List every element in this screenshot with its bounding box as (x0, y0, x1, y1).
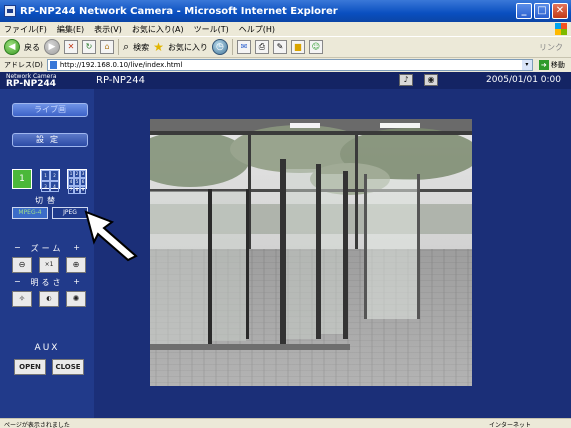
maximize-button[interactable]: □ (534, 3, 550, 19)
stop-icon[interactable]: ✕ (64, 40, 78, 54)
single-view-button[interactable]: 1 (12, 169, 32, 189)
title-bar: RP-NP244 Network Camera - Microsoft Inte… (0, 0, 571, 22)
forward-arrow-icon[interactable]: ▶ (44, 39, 60, 55)
minimize-button[interactable]: _ (516, 3, 532, 19)
brand: Network Camera RP-NP244 (6, 73, 57, 89)
status-bar: ページが表示されました インターネット (0, 418, 571, 428)
address-url: http://192.168.0.10/live/index.html (59, 61, 183, 69)
setup-button[interactable]: 設定 (12, 133, 88, 147)
zoom-label-row: − ズーム + (14, 243, 80, 253)
go-arrow-icon: ➜ (538, 60, 549, 70)
brightness-label: 明るさ (30, 278, 64, 287)
camera-image (150, 119, 472, 386)
ie-icon (4, 5, 16, 17)
menu-bar: ファイル(F) 編集(E) 表示(V) お気に入り(A) ツール(T) ヘルプ(… (0, 22, 571, 36)
windows-logo-icon (555, 23, 567, 35)
zoom-out-icon[interactable]: ⊖ (12, 257, 32, 273)
switch-label: 切替 (35, 196, 59, 205)
window-title: RP-NP244 Network Camera - Microsoft Inte… (20, 5, 338, 17)
brightness-up-icon[interactable]: ✺ (66, 291, 86, 307)
folder-icon[interactable]: ▆ (290, 40, 305, 54)
close-button[interactable]: ✕ (552, 3, 568, 19)
address-label: アドレス(D) (4, 61, 43, 69)
search-icon[interactable]: ⌕ (123, 40, 129, 54)
zoom-in-icon[interactable]: ⊕ (66, 257, 86, 273)
camera-page: Network Camera RP-NP244 RP-NP244 ♪ ◉ 200… (0, 72, 571, 418)
aux-open-button[interactable]: OPEN (14, 359, 46, 375)
zoom-reset-icon[interactable]: ×1 (39, 257, 59, 273)
links-label[interactable]: リンク (539, 42, 563, 53)
audio-icon[interactable]: ♪ (399, 74, 413, 86)
refresh-icon[interactable]: ↻ (82, 40, 96, 54)
pointer-arrow-icon (84, 210, 138, 262)
address-bar: アドレス(D) http://192.168.0.10/live/index.h… (0, 58, 571, 72)
live-view-button[interactable]: ライブ画 (12, 103, 88, 117)
aux-close-button[interactable]: CLOSE (52, 359, 84, 375)
camera-datetime: 2005/01/01 0:00 (486, 75, 561, 85)
snapshot-camera-icon[interactable]: ◉ (424, 74, 438, 86)
status-text: ページが表示されました (4, 422, 70, 428)
menu-file[interactable]: ファイル(F) (4, 24, 47, 35)
mail-icon[interactable]: ✉ (236, 40, 251, 54)
brightness-reset-icon[interactable]: ◐ (39, 291, 59, 307)
camera-header: Network Camera RP-NP244 RP-NP244 ♪ ◉ 200… (0, 72, 571, 89)
address-dropdown-icon[interactable]: ▾ (521, 60, 532, 70)
messenger-icon[interactable]: ☺ (308, 40, 323, 54)
brightness-down-icon[interactable]: ✧ (12, 291, 32, 307)
nine-view-button[interactable]: 1 2 3 4 5 6 7 8 9 (67, 169, 87, 194)
control-sidebar: ライブ画 設定 1 1 2 3 4 1 2 3 4 5 6 7 8 9 切替 M… (0, 89, 94, 418)
address-input[interactable]: http://192.168.0.10/live/index.html ▾ (46, 59, 533, 71)
quad-view-button[interactable]: 1 2 3 4 (40, 169, 60, 192)
favorites-label[interactable]: お気に入り (168, 42, 208, 53)
zone-text: インターネット (488, 422, 531, 428)
go-label: 移動 (550, 61, 565, 69)
jpeg-button[interactable]: JPEG (52, 207, 88, 219)
edit-icon[interactable]: ✎ (272, 40, 287, 54)
toolbar: ◀ 戻る ▶ ✕ ↻ ⌂ ⌕ 検索 ★ お気に入り ◷ ✉ ⎙ ✎ ▆ ☺ リン… (0, 36, 571, 58)
search-label[interactable]: 検索 (133, 42, 149, 53)
back-label[interactable]: 戻る (24, 42, 40, 53)
mpeg4-button[interactable]: MPEG-4 (12, 207, 48, 219)
menu-favorites[interactable]: お気に入り(A) (132, 24, 184, 35)
aux-label: AUX (34, 343, 60, 353)
brightness-label-row: − 明るさ + (14, 277, 80, 287)
menu-view[interactable]: 表示(V) (94, 24, 122, 35)
menu-help[interactable]: ヘルプ(H) (239, 24, 275, 35)
home-icon[interactable]: ⌂ (100, 40, 114, 54)
history-icon[interactable]: ◷ (211, 39, 228, 55)
menu-tools[interactable]: ツール(T) (194, 24, 229, 35)
print-icon[interactable]: ⎙ (254, 40, 269, 54)
camera-title: RP-NP244 (96, 75, 145, 86)
menu-edit[interactable]: 編集(E) (57, 24, 84, 35)
go-button[interactable]: ➜ 移動 (538, 60, 565, 70)
favorites-star-icon[interactable]: ★ (153, 40, 164, 54)
back-arrow-icon[interactable]: ◀ (4, 39, 20, 55)
camera-viewport[interactable] (150, 119, 472, 386)
zoom-label: ズーム (30, 244, 64, 253)
brand-model: RP-NP244 (6, 79, 57, 89)
